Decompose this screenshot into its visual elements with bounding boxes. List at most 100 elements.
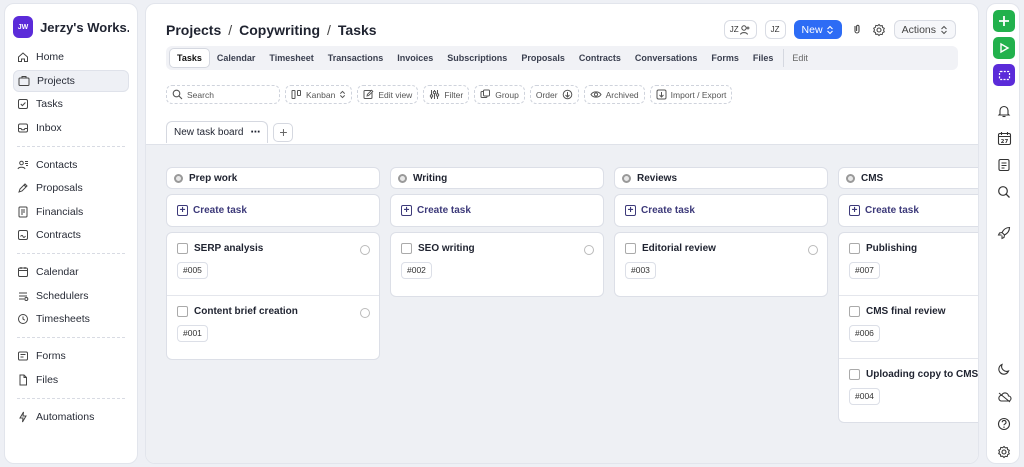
new-button[interactable]: New <box>793 20 842 39</box>
status-circle-icon[interactable] <box>584 245 594 255</box>
task-checkbox[interactable] <box>849 369 860 380</box>
chevron-updown-icon <box>826 25 833 34</box>
status-circle-icon[interactable] <box>360 308 370 318</box>
column-header[interactable]: Reviews <box>614 167 828 189</box>
help-icon[interactable] <box>995 415 1013 433</box>
task-card[interactable]: Content brief creation #001 <box>167 296 379 359</box>
tab-timesheet[interactable]: Timesheet <box>262 49 320 67</box>
sidebar-item-financials[interactable]: Financials <box>13 201 129 223</box>
add-icon[interactable] <box>993 10 1015 32</box>
tab-transactions[interactable]: Transactions <box>321 49 391 67</box>
rocket-icon[interactable] <box>995 224 1013 242</box>
sidebar-item-schedulers[interactable]: Schedulers <box>13 285 129 307</box>
sidebar-item-calendar[interactable]: Calendar <box>13 261 129 283</box>
bell-icon[interactable] <box>995 102 1013 120</box>
sidebar-item-label: Timesheets <box>36 313 90 325</box>
assignee-initials: JZ <box>729 25 739 34</box>
task-checkbox[interactable] <box>625 243 636 254</box>
group-label: Group <box>495 89 519 100</box>
status-circle-icon[interactable] <box>808 245 818 255</box>
task-card[interactable]: SEO writing #002 <box>391 233 603 296</box>
import-export-button[interactable]: Import / Export <box>649 85 733 104</box>
more-icon[interactable]: ⋯ <box>250 127 260 138</box>
filter-button[interactable]: Filter <box>423 85 470 104</box>
sidebar-item-inbox[interactable]: Inbox <box>13 117 129 139</box>
breadcrumb-projects[interactable]: Projects <box>166 22 221 38</box>
task-card[interactable]: Editorial review #003 <box>615 233 827 296</box>
plus-icon: + <box>849 205 860 216</box>
task-title-row: Editorial review <box>625 243 817 254</box>
plus-icon: + <box>177 205 188 216</box>
task-checkbox[interactable] <box>177 243 188 254</box>
tab-contracts[interactable]: Contracts <box>572 49 628 67</box>
add-board-button[interactable]: + <box>273 122 294 142</box>
tab-calendar[interactable]: Calendar <box>210 49 263 67</box>
tab-forms[interactable]: Forms <box>704 49 746 67</box>
workspace-switcher[interactable]: JW Jerzy's Works... <box>13 12 129 42</box>
sidebar-item-label: Schedulers <box>36 289 89 302</box>
sidebar-item-home[interactable]: Home <box>13 46 129 68</box>
task-checkbox[interactable] <box>849 243 860 254</box>
sidebar-item-proposals[interactable]: Proposals <box>13 177 129 199</box>
sidebar-item-contracts[interactable]: Contracts <box>13 224 129 246</box>
search-icon[interactable] <box>995 183 1013 201</box>
calendar-day: 27 <box>1000 139 1008 145</box>
tab-tasks[interactable]: Tasks <box>169 48 210 68</box>
tab-subscriptions[interactable]: Subscriptions <box>440 49 514 67</box>
board-tab-new-task-board[interactable]: New task board ⋯ <box>166 121 269 143</box>
user-avatar[interactable]: JZ <box>764 20 786 39</box>
settings-icon[interactable] <box>872 23 886 37</box>
create-task-button[interactable]: + Create task <box>838 194 978 227</box>
cloud-icon[interactable] <box>995 388 1013 406</box>
create-task-button[interactable]: + Create task <box>390 194 604 227</box>
tab-files[interactable]: Files <box>746 49 781 67</box>
tabs-edit-button[interactable]: Edit <box>783 49 815 67</box>
play-icon[interactable] <box>993 37 1015 59</box>
tab-conversations[interactable]: Conversations <box>628 49 705 67</box>
tab-invoices[interactable]: Invoices <box>390 49 440 67</box>
sidebar-item-projects[interactable]: Projects <box>13 69 129 92</box>
card-list: SEO writing #002 <box>390 232 604 297</box>
settings-icon[interactable] <box>995 443 1013 461</box>
assignee-chip[interactable]: JZ <box>723 20 757 39</box>
task-checkbox[interactable] <box>401 243 412 254</box>
kanban-column-prep-work: Prep work + Create task SERP analysis #005 Co… <box>166 167 380 360</box>
archived-button[interactable]: Archived <box>583 85 645 104</box>
column-header[interactable]: Prep work <box>166 167 380 189</box>
sidebar-item-timesheets[interactable]: Timesheets <box>13 308 129 330</box>
sidebar-item-automations[interactable]: Automations <box>13 406 129 428</box>
notes-icon[interactable] <box>995 156 1013 174</box>
calendar-27-icon[interactable]: 27 <box>995 129 1013 147</box>
task-card[interactable]: Uploading copy to CMS #004 <box>839 359 978 422</box>
sidebar-item-files[interactable]: Files <box>13 369 129 391</box>
plus-icon: + <box>625 205 636 216</box>
breadcrumb-copywriting[interactable]: Copywriting <box>239 22 320 38</box>
task-card[interactable]: CMS final review #006 <box>839 296 978 359</box>
edit-view-button[interactable]: Edit view <box>357 85 419 104</box>
tab-proposals[interactable]: Proposals <box>514 49 572 67</box>
task-checkbox[interactable] <box>849 306 860 317</box>
status-circle-icon[interactable] <box>360 245 370 255</box>
order-button[interactable]: Order <box>529 85 579 104</box>
task-checkbox[interactable] <box>177 306 188 317</box>
link-icon[interactable] <box>850 23 864 37</box>
actions-button[interactable]: Actions <box>893 20 956 39</box>
create-task-button[interactable]: + Create task <box>166 194 380 227</box>
task-id-badge: #006 <box>849 325 880 342</box>
capture-icon[interactable] <box>993 64 1015 86</box>
nav-divider <box>17 253 125 254</box>
sidebar-item-contacts[interactable]: Contacts <box>13 154 129 176</box>
view-select[interactable]: Kanban <box>285 85 353 104</box>
task-card[interactable]: Publishing #007 <box>839 233 978 296</box>
moon-icon[interactable] <box>995 360 1013 378</box>
sidebar-item-forms[interactable]: Forms <box>13 345 129 367</box>
breadcrumb-separator: / <box>228 22 233 38</box>
column-header[interactable]: Writing <box>390 167 604 189</box>
task-card[interactable]: SERP analysis #005 <box>167 233 379 296</box>
column-header[interactable]: CMS <box>838 167 978 189</box>
sidebar-item-tasks[interactable]: Tasks <box>13 93 129 115</box>
task-title-row: Uploading copy to CMS <box>849 369 978 380</box>
search-input[interactable]: Search <box>166 85 280 104</box>
group-button[interactable]: Group <box>474 85 525 104</box>
create-task-button[interactable]: + Create task <box>614 194 828 227</box>
